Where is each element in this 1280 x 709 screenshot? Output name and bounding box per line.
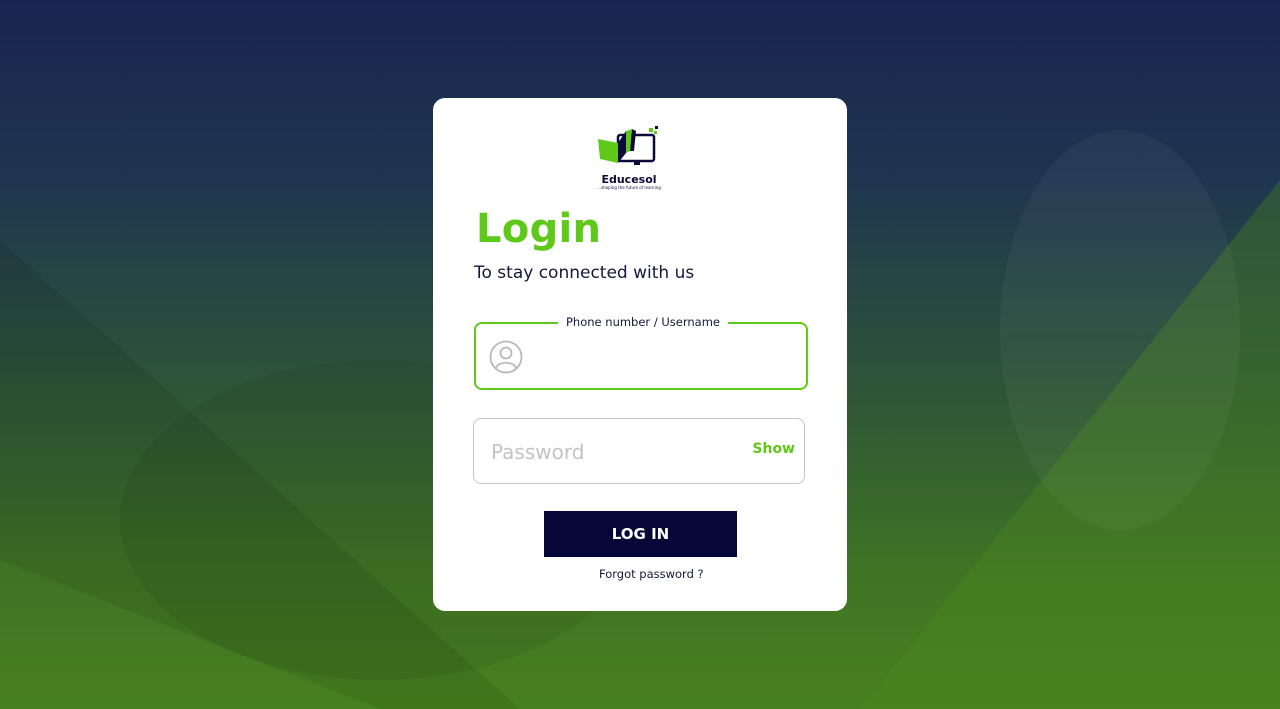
show-password-toggle[interactable]: Show: [752, 441, 795, 457]
login-card: Educesol ...shaping the future of learni…: [433, 98, 847, 611]
username-label: Phone number / Username: [558, 312, 728, 332]
password-field[interactable]: Show: [473, 418, 805, 484]
brand-tagline: ...shaping the future of learning: [597, 185, 661, 190]
page-title: Login: [476, 206, 602, 252]
username-input[interactable]: [536, 332, 802, 382]
username-field[interactable]: Phone number / Username: [474, 312, 808, 390]
user-icon: [489, 340, 523, 374]
password-input[interactable]: [489, 427, 743, 477]
forgot-password-link[interactable]: Forgot password ?: [599, 567, 704, 581]
page-subtitle: To stay connected with us: [474, 263, 695, 283]
login-button[interactable]: LOG IN: [544, 511, 737, 557]
